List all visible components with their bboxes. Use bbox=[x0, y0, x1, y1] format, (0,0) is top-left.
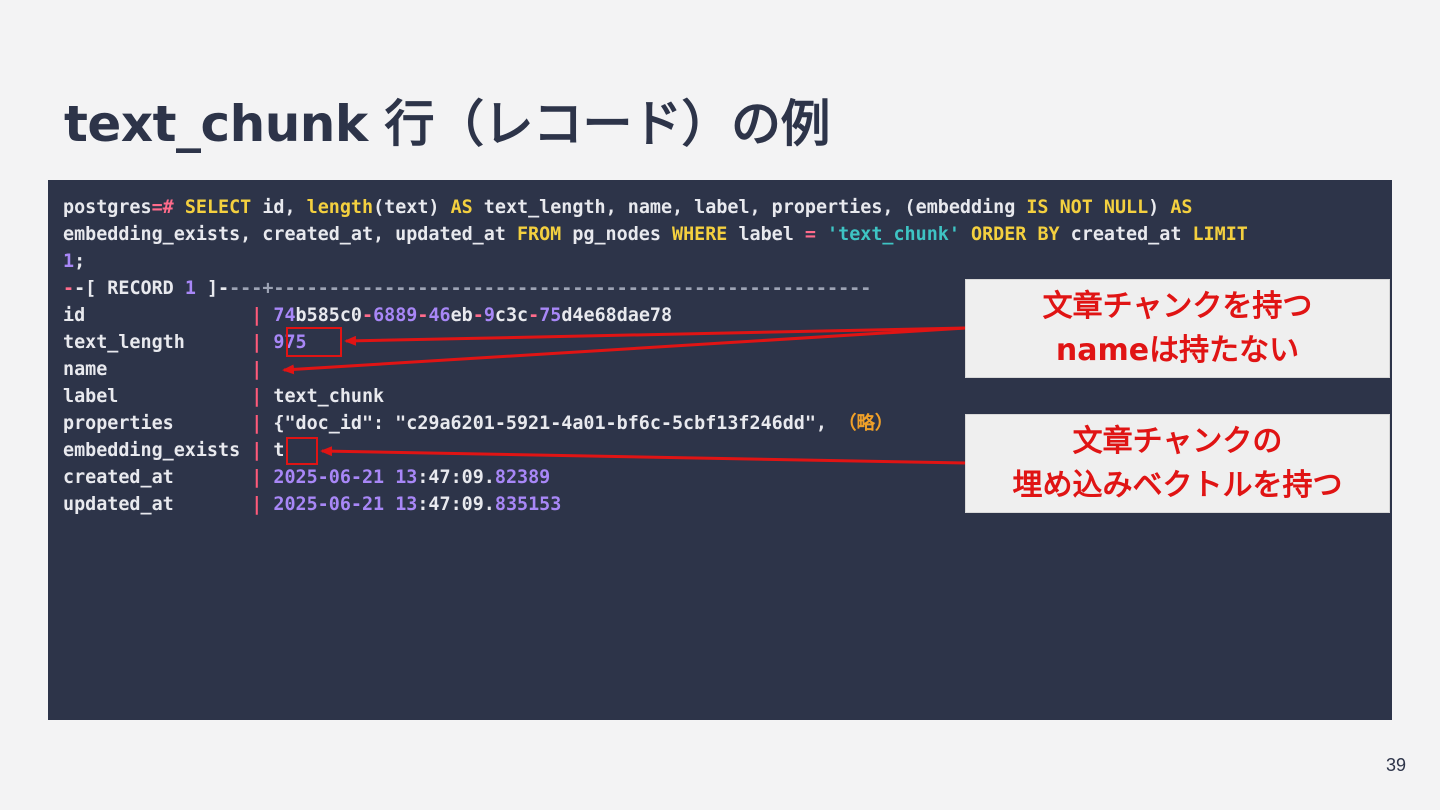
kw-not: NOT bbox=[1059, 197, 1093, 218]
kw-as: AS bbox=[1170, 197, 1193, 218]
kw-is: IS bbox=[1026, 197, 1049, 218]
field-name: embedding_exists bbox=[63, 440, 241, 461]
callout-line: 文章チャンクの bbox=[1072, 423, 1283, 459]
kw-where: WHERE bbox=[672, 224, 728, 245]
query-text: embedding_exists, created_at, updated_at bbox=[63, 224, 517, 245]
string-literal: 'text_chunk' bbox=[827, 224, 960, 245]
psql-prompt: postgres=# bbox=[63, 197, 174, 218]
record-number: 1 bbox=[184, 278, 196, 299]
row-updated-at: updated_at | 2025-06-21 13:47:09.835153 bbox=[63, 494, 562, 515]
fn-length: length bbox=[306, 197, 374, 218]
properties-value: {"doc_id": "c29a6201-5921-4a01-bf6c-5cbf… bbox=[273, 413, 827, 434]
field-name: properties bbox=[63, 413, 241, 434]
row-text-length: text_length | 975 bbox=[63, 332, 307, 353]
kw-select: SELECT bbox=[184, 197, 252, 218]
callout-line: 埋め込みベクトルを持つ bbox=[1012, 467, 1343, 503]
kw-order: ORDER bbox=[971, 224, 1027, 245]
embedding-highlight-box bbox=[286, 437, 318, 465]
slide-title: text_chunk 行（レコード）の例 bbox=[64, 95, 831, 153]
field-name: updated_at bbox=[63, 494, 241, 515]
callout-line: nameは持たない bbox=[1055, 332, 1300, 368]
text-length-highlight-box bbox=[286, 327, 342, 357]
label-value: text_chunk bbox=[273, 386, 385, 407]
field-name: created_at bbox=[63, 467, 241, 488]
kw-as: AS bbox=[450, 197, 473, 218]
kw-limit: LIMIT bbox=[1192, 224, 1248, 245]
row-name: name | bbox=[63, 359, 263, 380]
kw-null: NULL bbox=[1103, 197, 1149, 218]
query-text: pg_nodes bbox=[561, 224, 672, 245]
row-label: label | text_chunk bbox=[63, 386, 385, 407]
query-semicolon: ; bbox=[74, 251, 86, 272]
field-name: label bbox=[63, 386, 241, 407]
field-name: text_length bbox=[63, 332, 241, 353]
query-text: created_at bbox=[1059, 224, 1193, 245]
record-header: ]- bbox=[195, 278, 230, 299]
row-id: id | 74b585c0-6889-46eb-9c3c-75d4e68dae7… bbox=[63, 305, 673, 326]
callout-line: 文章チャンクを持つ bbox=[1042, 288, 1313, 324]
query-text: ) bbox=[1148, 197, 1171, 218]
query-text: label bbox=[727, 224, 805, 245]
callout-text-chunk-name: 文章チャンクを持つ nameは持たない bbox=[965, 279, 1390, 378]
omitted-note: （略） bbox=[838, 413, 894, 434]
record-header: -[ RECORD bbox=[74, 278, 185, 299]
page-number: 39 bbox=[1385, 755, 1406, 775]
row-created-at: created_at | 2025-06-21 13:47:09.82389 bbox=[63, 467, 551, 488]
callout-embedding-vector: 文章チャンクの 埋め込みベクトルを持つ bbox=[965, 414, 1390, 513]
query-text: (text) bbox=[373, 197, 451, 218]
kw-by: BY bbox=[1037, 224, 1060, 245]
record-rule: ---+------------------------------------… bbox=[229, 278, 872, 299]
query-text: text_length, name, label, properties, (e… bbox=[472, 197, 1027, 218]
kw-from: FROM bbox=[516, 224, 562, 245]
field-name: id bbox=[63, 305, 241, 326]
limit-value: 1 bbox=[63, 251, 75, 272]
embedding-exists-value: t bbox=[273, 440, 285, 461]
row-properties: properties | {"doc_id": "c29a6201-5921-4… bbox=[63, 413, 894, 434]
query-text: id, bbox=[251, 197, 307, 218]
row-embedding-exists: embedding_exists | t bbox=[63, 440, 285, 461]
field-name: name bbox=[63, 359, 241, 380]
op-equals: = bbox=[804, 224, 816, 245]
